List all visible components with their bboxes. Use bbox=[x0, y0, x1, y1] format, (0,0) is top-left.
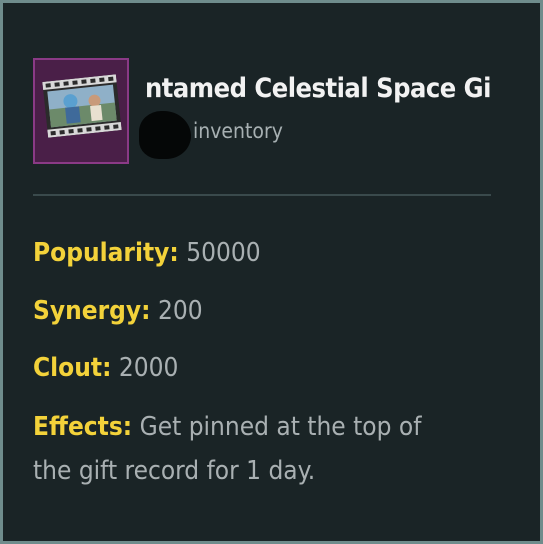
stat-effects: Effects: Get pinned at the top of the gi… bbox=[33, 405, 463, 493]
stat-effects-label: Effects: bbox=[33, 412, 133, 442]
gift-thumbnail bbox=[33, 58, 129, 164]
gift-tooltip-panel: ntamed Celestial Space Gif inventory Pop… bbox=[0, 0, 543, 544]
film-strip-icon bbox=[42, 74, 122, 138]
gift-title: ntamed Celestial Space Gif bbox=[145, 73, 490, 104]
stat-popularity-label: Popularity: bbox=[33, 238, 179, 268]
stat-popularity-value: 50000 bbox=[186, 238, 261, 268]
divider bbox=[33, 194, 491, 196]
gift-location: inventory bbox=[193, 119, 283, 143]
redaction-smudge bbox=[139, 111, 191, 159]
stat-synergy-label: Synergy: bbox=[33, 296, 151, 326]
stat-popularity: Popularity: 50000 bbox=[33, 233, 261, 273]
stat-synergy: Synergy: 200 bbox=[33, 291, 203, 331]
stat-synergy-value: 200 bbox=[157, 296, 203, 326]
stat-clout: Clout: 2000 bbox=[33, 348, 178, 388]
stat-clout-value: 2000 bbox=[118, 353, 179, 383]
stat-clout-label: Clout: bbox=[33, 353, 112, 383]
